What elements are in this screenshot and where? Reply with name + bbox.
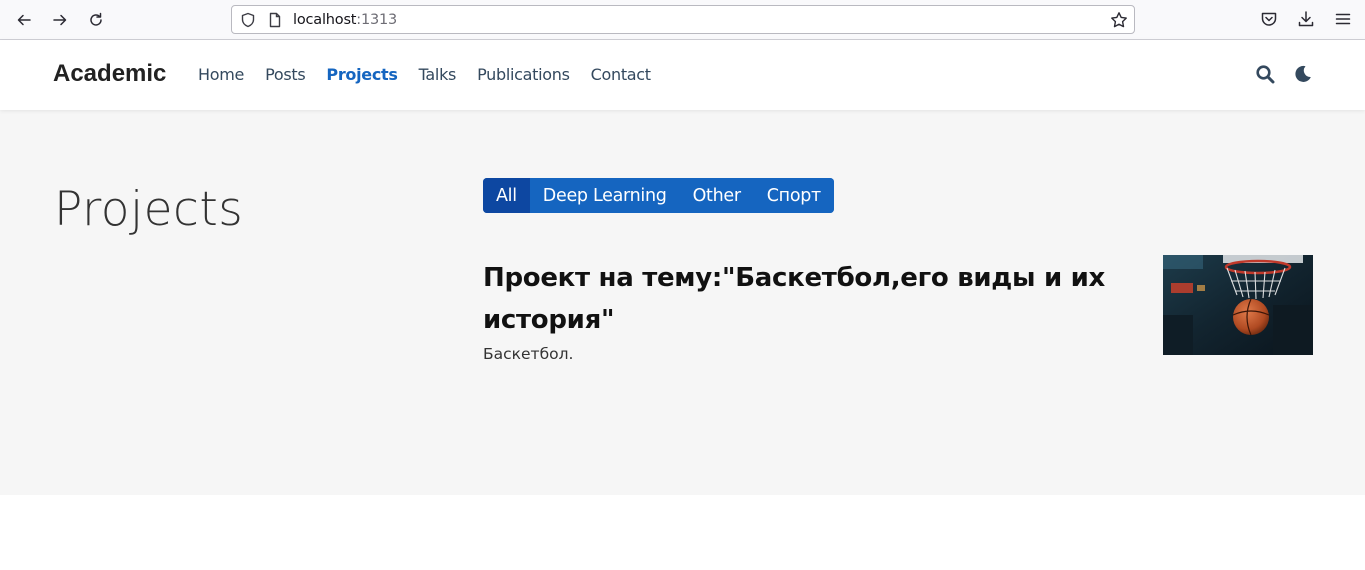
filter-other-button[interactable]: Other [679,178,754,213]
shield-icon[interactable] [240,12,256,28]
filter-sport-button[interactable]: Спорт [753,178,834,213]
menu-item-publications[interactable]: Publications [477,65,570,84]
project-filter-group: All Deep Learning Other Спорт [483,178,834,213]
hamburger-menu-icon[interactable] [1334,10,1352,28]
moon-icon[interactable] [1293,64,1313,84]
reload-button[interactable] [85,9,107,31]
menu-item-contact[interactable]: Contact [591,65,651,84]
filter-all-button[interactable]: All [483,178,530,213]
back-button[interactable] [13,9,35,31]
main-content: Projects All Deep Learning Other Спорт П… [0,110,1365,495]
site-brand[interactable]: Academic [53,60,166,88]
project-summary: Баскетбол. [483,345,574,363]
filter-deep-learning-button[interactable]: Deep Learning [529,178,680,213]
url-port: :1313 [356,12,398,28]
arrow-right-icon [53,14,67,26]
project-title-link[interactable]: Проект на тему:"Баскетбол,его виды и их … [483,257,1123,341]
menu-item-home[interactable]: Home [198,65,244,84]
page-title: Projects [54,182,244,237]
download-icon[interactable] [1297,10,1315,28]
forward-button[interactable] [49,9,71,31]
url-text[interactable]: localhost:1313 [293,12,397,28]
main-menu: Home Posts Projects Talks Publications C… [198,65,672,84]
search-icon[interactable] [1255,64,1275,84]
url-bar[interactable]: localhost:1313 [231,5,1135,34]
arrow-left-icon [17,14,31,26]
bookmark-star-icon[interactable] [1110,11,1128,29]
pocket-icon[interactable] [1260,10,1278,28]
reload-icon [90,12,102,26]
page-icon [269,12,281,28]
basketball-hoop-image [1163,255,1313,355]
project-thumbnail-image[interactable] [1163,255,1313,355]
menu-item-projects[interactable]: Projects [326,65,398,84]
menu-item-posts[interactable]: Posts [265,65,306,84]
site-navbar: Academic Home Posts Projects Talks Publi… [0,40,1365,110]
browser-toolbar: localhost:1313 [0,0,1365,40]
url-host: localhost [293,12,357,28]
menu-item-talks[interactable]: Talks [419,65,457,84]
